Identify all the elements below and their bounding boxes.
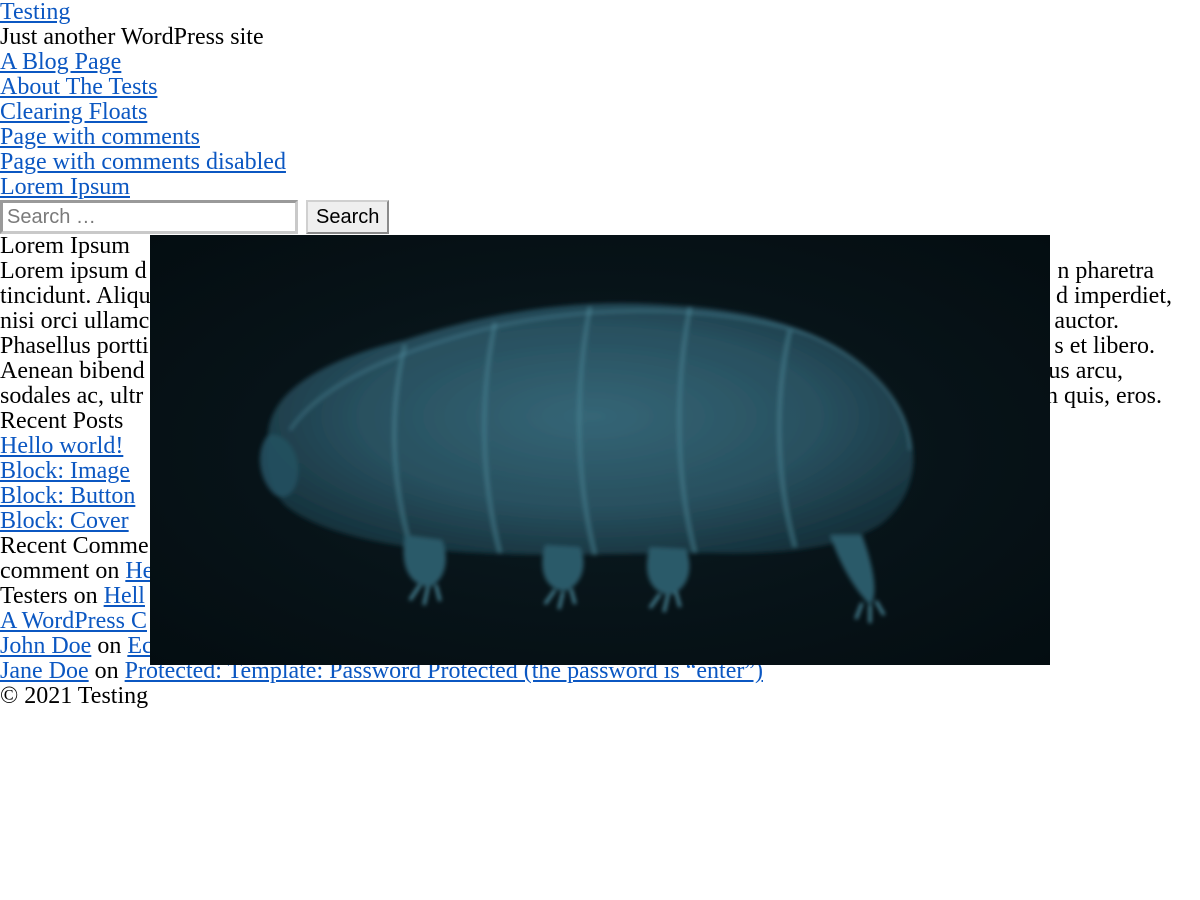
comment-on: on — [94, 658, 119, 684]
comment-on: on — [95, 558, 120, 584]
search-input[interactable] — [0, 200, 298, 234]
nav-item-page-comments-disabled[interactable]: Page with comments disabled — [0, 150, 1200, 175]
nav-item-blog-page[interactable]: A Blog Page — [0, 50, 1200, 75]
comment-author-link[interactable]: Jane Doe — [0, 658, 89, 684]
nav-item-about-tests[interactable]: About The Tests — [0, 75, 1200, 100]
comment-post-link[interactable]: Ec — [127, 633, 152, 659]
search-form: Search — [0, 200, 1200, 234]
nav-item-lorem-ipsum[interactable]: Lorem Ipsum — [0, 175, 1200, 200]
comment-author: Testers — [0, 583, 68, 609]
comment-on: on — [73, 583, 98, 609]
tardigrade-body — [259, 303, 914, 623]
footer-copyright: © 2021 Testing — [0, 683, 149, 709]
comment-author: comment — [0, 558, 90, 584]
nav-item-clearing-floats[interactable]: Clearing Floats — [0, 100, 1200, 125]
search-button[interactable]: Search — [306, 200, 390, 234]
comment-post-link[interactable]: Hell — [104, 583, 145, 609]
nav-item-page-with-comments[interactable]: Page with comments — [0, 125, 1200, 150]
tardigrade-image — [150, 235, 1050, 665]
site-title-link[interactable]: Testing — [0, 0, 1200, 25]
main-navigation: A Blog Page About The Tests Clearing Flo… — [0, 50, 1200, 200]
comment-author-link[interactable]: John Doe — [0, 633, 91, 659]
comment-author-link[interactable]: A WordPress C — [0, 608, 147, 634]
tardigrade-illustration — [259, 303, 914, 623]
site-tagline: Just another WordPress site — [0, 24, 264, 50]
comment-on: on — [97, 633, 122, 659]
